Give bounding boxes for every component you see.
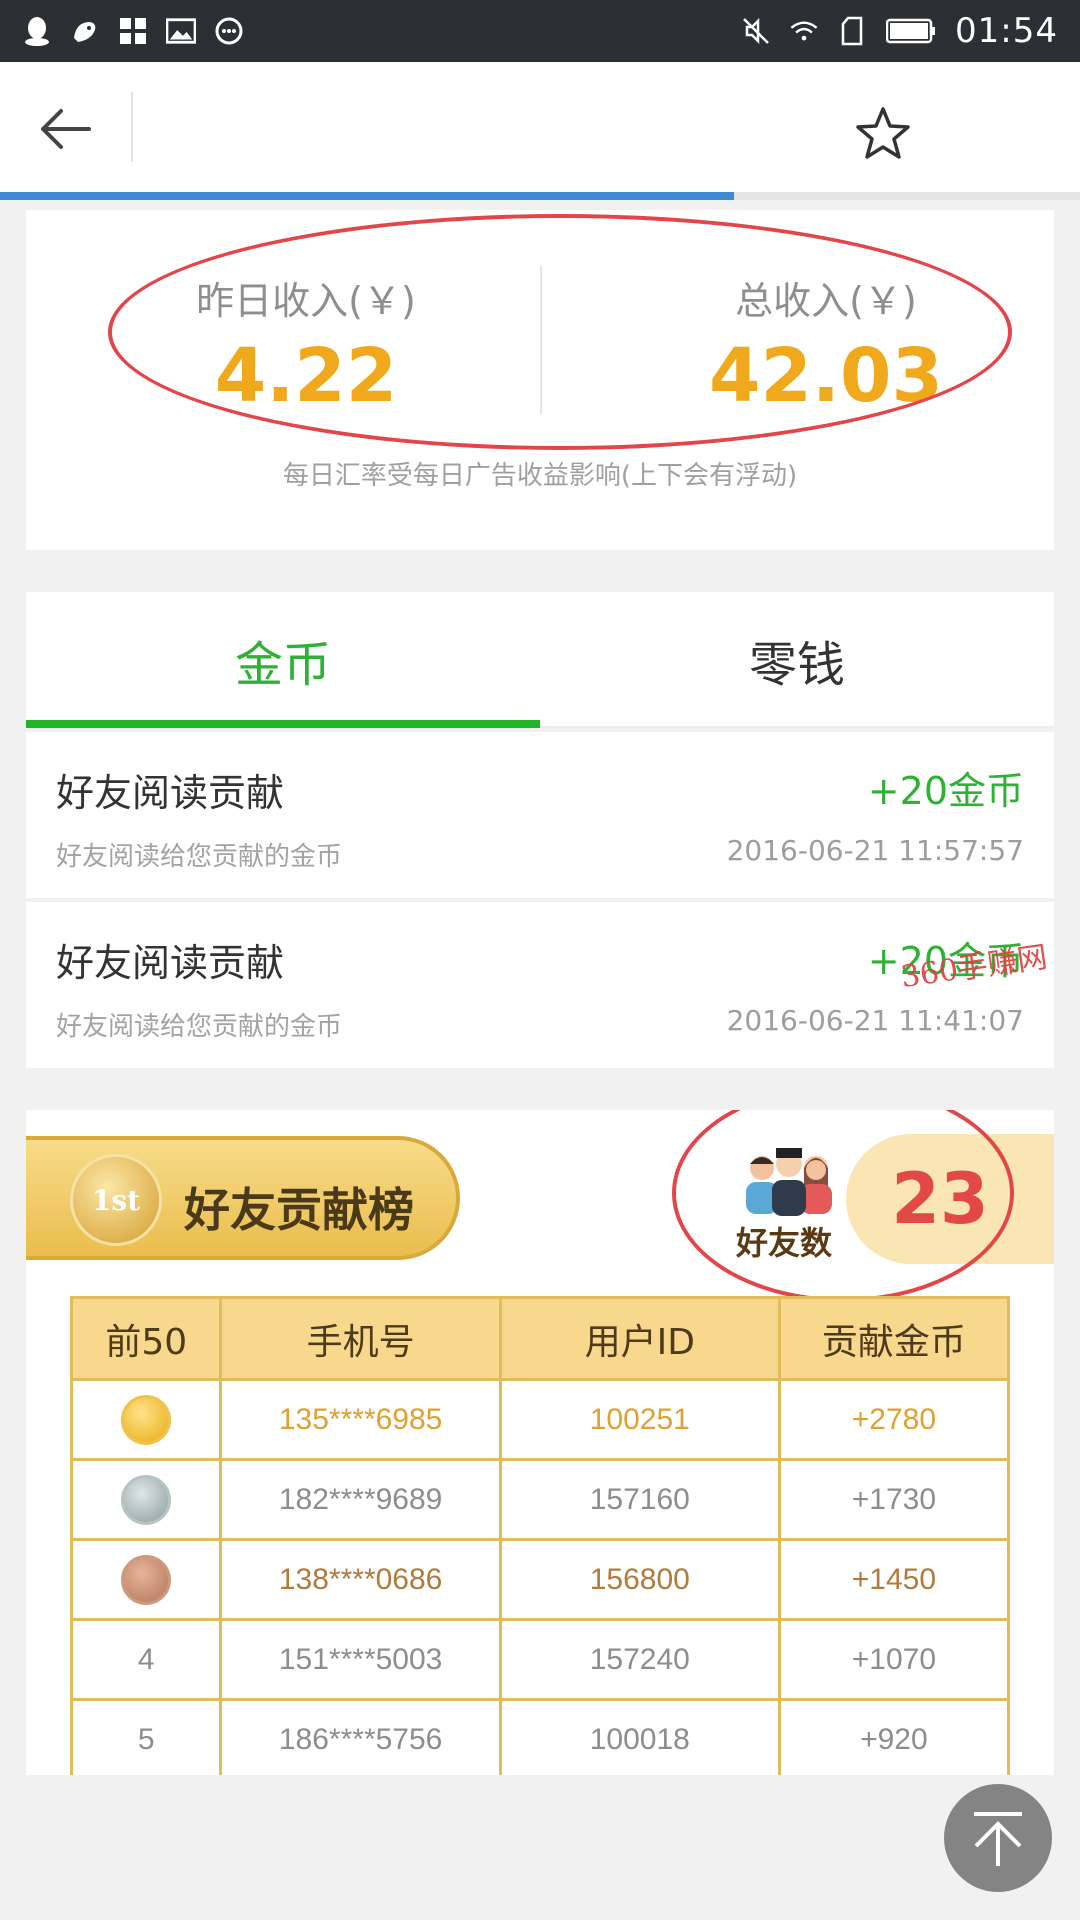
phone-cell: 182****9689 [219, 1458, 502, 1541]
user-id-cell: 100018 [498, 1698, 781, 1775]
rank-cell: 5 [69, 1698, 223, 1775]
app-grid-icon [118, 16, 148, 46]
status-bar: 01:54 [0, 0, 1080, 62]
coins-cell: +920 [777, 1698, 1011, 1775]
status-time: 01:54 [955, 11, 1058, 51]
rank-cell [69, 1458, 223, 1541]
list-item[interactable]: 好友阅读贡献 +20金币 好友阅读给您贡献的金币 2016-06-21 11:4… [26, 902, 1054, 1068]
header-rank: 前50 [69, 1296, 223, 1381]
first-place-medal-icon: 1st [70, 1154, 162, 1246]
rank-cell: 4 [69, 1618, 223, 1701]
qq-icon [22, 16, 52, 46]
record-amount: +20金币 [867, 769, 1024, 813]
record-time: 2016-06-21 11:57:57 [726, 834, 1024, 867]
table-row: 182****9689 157160 +1730 [69, 1458, 1011, 1541]
scroll-to-top-icon[interactable] [944, 1784, 1052, 1892]
table-row: 5 186****5756 100018 +920 [69, 1698, 1011, 1775]
table-row: 138****0686 156800 +1450 [69, 1538, 1011, 1621]
table-row: 4 151****5003 157240 +1070 [69, 1618, 1011, 1701]
record-time: 2016-06-21 11:41:07 [726, 1004, 1024, 1037]
leaderboard-title: 好友贡献榜 [184, 1183, 414, 1237]
header-coins: 贡献金币 [777, 1296, 1011, 1381]
chat-bubble-icon [214, 16, 244, 46]
user-id-cell: 157160 [498, 1458, 781, 1541]
uc-browser-icon [70, 16, 100, 46]
friends-highlight-ellipse [672, 1110, 1014, 1302]
phone-cell: 186****5756 [219, 1698, 502, 1775]
table-row: 135****6985 100251 +2780 [69, 1378, 1011, 1461]
rank-cell [69, 1378, 223, 1461]
exchange-rate-note: 每日汇率受每日广告收益影响(上下会有浮动) [282, 461, 798, 491]
leaderboard-table: 前50 手机号 用户ID 贡献金币 135****6985 100251 +27… [69, 1296, 1011, 1775]
record-title: 好友阅读贡献 [56, 771, 285, 815]
income-highlight-ellipse [108, 214, 1012, 450]
status-bar-right: 01:54 [741, 11, 1058, 51]
wifi-icon [789, 16, 819, 46]
tab-coins[interactable]: 金币 [26, 592, 540, 728]
record-description: 好友阅读给您贡献的金币 [56, 842, 343, 872]
user-id-cell: 157240 [498, 1618, 781, 1701]
list-item[interactable]: 好友阅读贡献 +20金币 好友阅读给您贡献的金币 2016-06-21 11:5… [26, 732, 1054, 898]
medal-text: 1st [91, 1183, 141, 1217]
silver-medal-icon [121, 1474, 172, 1525]
tab-change[interactable]: 零钱 [540, 592, 1054, 728]
coins-cell: +1450 [777, 1538, 1011, 1621]
gold-medal-icon [121, 1394, 172, 1445]
header-user-id: 用户ID [498, 1296, 781, 1381]
page-load-progress-fill [0, 192, 735, 200]
leaderboard-ribbon: 1st 好友贡献榜 [26, 1136, 460, 1260]
tab-bar: 金币 零钱 [26, 592, 1054, 728]
coins-cell: +1070 [777, 1618, 1011, 1701]
rank-cell [69, 1538, 223, 1621]
income-summary-card: 昨日收入(￥) 4.22 总收入(￥) 42.03 每日汇率受每日广告收益影响(… [26, 210, 1054, 550]
app-bar [0, 62, 1080, 194]
page-load-progress [0, 192, 1080, 200]
phone-cell: 151****5003 [219, 1618, 502, 1701]
back-arrow-icon[interactable] [30, 94, 100, 164]
coins-cell: +2780 [777, 1378, 1011, 1461]
leaderboard-card: 1st 好友贡献榜 好友数 23 前50 手机号 用户ID 贡献金币 135**… [26, 1110, 1054, 1775]
coins-cell: +1730 [777, 1458, 1011, 1541]
app-bar-divider [131, 92, 133, 162]
bronze-medal-icon [121, 1554, 172, 1605]
star-icon[interactable] [848, 98, 918, 168]
header-phone: 手机号 [219, 1296, 502, 1381]
sim-icon [837, 16, 867, 46]
phone-cell: 135****6985 [219, 1378, 502, 1461]
record-description: 好友阅读给您贡献的金币 [56, 1012, 343, 1042]
user-id-cell: 100251 [498, 1378, 781, 1461]
battery-icon [885, 16, 937, 46]
status-bar-left [22, 16, 244, 46]
phone-cell: 138****0686 [219, 1538, 502, 1621]
mute-icon [741, 16, 771, 46]
user-id-cell: 156800 [498, 1538, 781, 1621]
table-header-row: 前50 手机号 用户ID 贡献金币 [69, 1296, 1011, 1381]
image-icon [166, 16, 196, 46]
active-tab-indicator [26, 720, 540, 728]
record-title: 好友阅读贡献 [56, 941, 285, 985]
